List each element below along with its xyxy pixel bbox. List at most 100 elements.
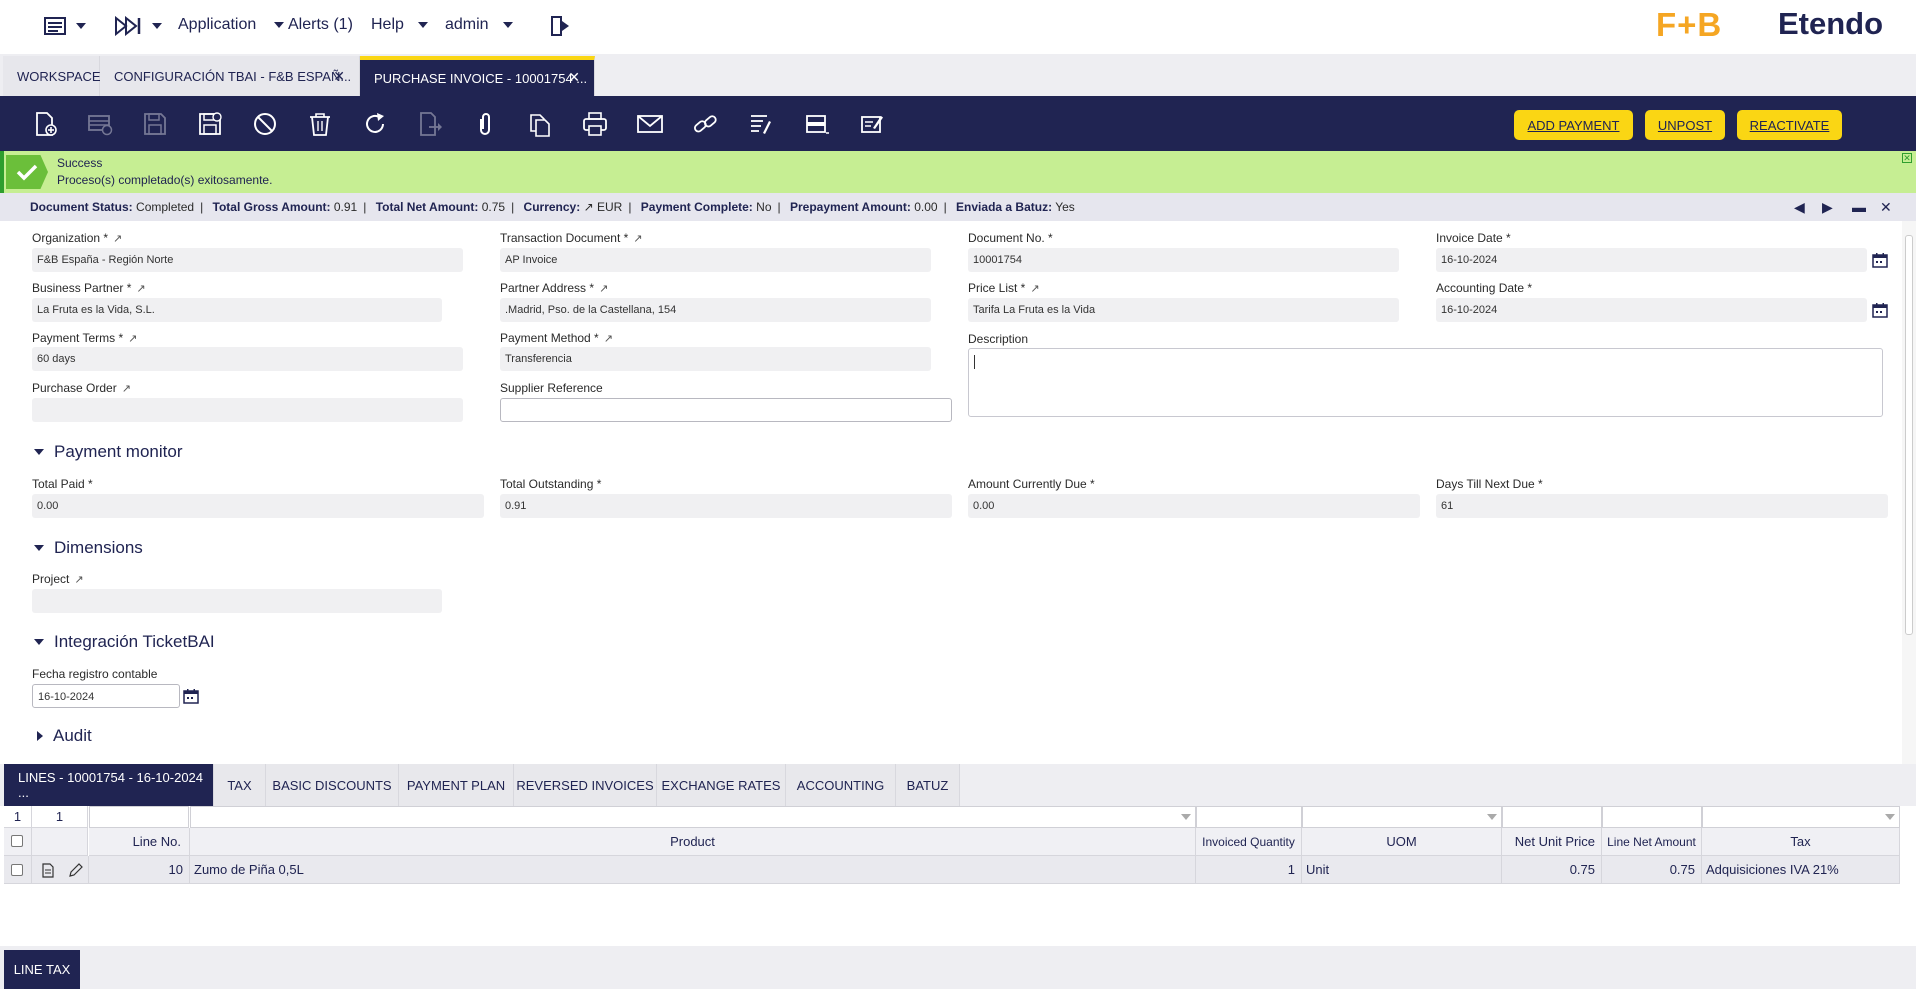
link-icon[interactable]: ↗ <box>136 283 145 295</box>
refresh-button[interactable] <box>361 110 389 138</box>
alerts-link[interactable]: Alerts (1) <box>288 16 353 34</box>
payment-method-field[interactable]: Transferencia <box>500 347 931 371</box>
subtab-payment-plan[interactable]: PAYMENT PLAN <box>399 764 514 806</box>
close-icon[interactable]: ✕ <box>333 68 345 85</box>
form-scrollbar[interactable] <box>1902 221 1916 764</box>
calendar-icon[interactable] <box>1872 302 1888 318</box>
audit-trail-button[interactable] <box>746 110 774 138</box>
subtab-line-tax[interactable]: LINE TAX <box>4 950 80 989</box>
column-header-line-no[interactable]: Line No. <box>89 828 190 856</box>
link-icon[interactable]: ↗ <box>74 574 83 586</box>
invoice-date-field[interactable]: 16-10-2024 <box>1436 248 1867 272</box>
chevron-down-icon[interactable] <box>1487 814 1497 820</box>
calendar-icon[interactable] <box>1872 252 1888 268</box>
reactivate-button[interactable]: REACTIVATE <box>1737 110 1842 140</box>
tab-purchase-invoice[interactable]: PURCHASE INVOICE - 10001754 ... ✕ <box>360 56 595 96</box>
link-icon[interactable]: ↗ <box>604 333 613 345</box>
subtab-reversed-invoices[interactable]: REVERSED INVOICES <box>514 764 657 806</box>
project-field[interactable] <box>32 589 442 613</box>
next-record-icon[interactable]: ▶ <box>1822 199 1833 216</box>
row-checkbox[interactable] <box>11 864 23 876</box>
close-icon[interactable]: ✕ <box>1880 199 1892 216</box>
logout-button[interactable] <box>549 15 571 37</box>
calendar-icon[interactable] <box>183 688 199 704</box>
section-audit[interactable]: Audit <box>34 726 92 746</box>
price-list-field[interactable]: Tarifa La Fruta es la Vida <box>968 298 1399 322</box>
column-header-net-unit-price[interactable]: Net Unit Price <box>1502 828 1602 856</box>
link-icon[interactable]: ↗ <box>599 283 608 295</box>
cancel-button[interactable] <box>251 110 279 138</box>
amount-due-field[interactable]: 0.00 <box>968 494 1420 518</box>
chevron-down-icon[interactable] <box>1885 814 1895 820</box>
line-no-filter[interactable] <box>89 806 189 828</box>
column-header-line-net-amount[interactable]: Line Net Amount <box>1602 828 1702 856</box>
column-header-uom[interactable]: UOM <box>1302 828 1502 856</box>
accounting-date-field[interactable]: 16-10-2024 <box>1436 298 1867 322</box>
new-row-button[interactable] <box>86 110 114 138</box>
attach-button[interactable] <box>471 110 499 138</box>
subtab-tax[interactable]: TAX <box>214 764 266 806</box>
form-view-button[interactable] <box>803 110 831 138</box>
subtab-accounting[interactable]: ACCOUNTING <box>786 764 896 806</box>
organization-field[interactable]: F&B España - Región Norte <box>32 248 463 272</box>
business-partner-field[interactable]: La Fruta es la Vida, S.L. <box>32 298 442 322</box>
section-payment-monitor[interactable]: Payment monitor <box>34 442 183 462</box>
subtab-basic-discounts[interactable]: BASIC DISCOUNTS <box>266 764 399 806</box>
menu-button[interactable] <box>44 16 86 36</box>
link-icon[interactable]: ↗ <box>128 333 137 345</box>
link-icon[interactable]: ↗ <box>122 383 131 395</box>
delete-button[interactable] <box>306 110 334 138</box>
add-payment-button[interactable]: ADD PAYMENT <box>1514 110 1633 140</box>
purchase-order-field[interactable] <box>32 398 463 422</box>
description-textarea[interactable] <box>968 348 1883 417</box>
link-icon[interactable]: ↗ <box>113 233 122 245</box>
scrollbar-thumb[interactable] <box>1905 235 1913 635</box>
quick-launch-button[interactable] <box>114 16 162 36</box>
invoiced-qty-filter[interactable] <box>1196 806 1302 828</box>
help-menu[interactable]: Help <box>371 16 428 34</box>
edit-pencil-icon[interactable] <box>68 863 83 878</box>
clone-button[interactable] <box>526 110 554 138</box>
unpost-button[interactable]: UNPOST <box>1645 110 1725 140</box>
section-dimensions[interactable]: Dimensions <box>34 538 143 558</box>
product-filter[interactable] <box>190 806 1196 828</box>
previous-record-icon[interactable]: ◀ <box>1794 199 1805 216</box>
uom-filter[interactable] <box>1302 806 1502 828</box>
column-header-tax[interactable]: Tax <box>1702 828 1900 856</box>
print-button[interactable] <box>581 110 609 138</box>
column-header-product[interactable]: Product <box>190 828 1196 856</box>
supplier-reference-input[interactable] <box>500 398 952 422</box>
transaction-document-field[interactable]: AP Invoice <box>500 248 931 272</box>
partner-address-field[interactable]: .Madrid, Pso. de la Castellana, 154 <box>500 298 931 322</box>
application-menu[interactable]: Application <box>178 16 285 34</box>
close-icon[interactable]: ✕ <box>1902 153 1912 163</box>
payment-terms-field[interactable]: 60 days <box>32 347 463 371</box>
link-icon[interactable]: ↗ <box>1030 283 1039 295</box>
save-button[interactable] <box>141 110 169 138</box>
notes-button[interactable] <box>858 110 886 138</box>
line-net-amount-filter[interactable] <box>1602 806 1702 828</box>
total-paid-field[interactable]: 0.00 <box>32 494 484 518</box>
select-all-checkbox[interactable] <box>11 835 23 847</box>
subtab-exchange-rates[interactable]: EXCHANGE RATES <box>657 764 786 806</box>
close-icon[interactable]: ✕ <box>568 69 580 86</box>
section-ticketbai[interactable]: Integración TicketBAI <box>34 632 215 652</box>
export-button[interactable] <box>416 110 444 138</box>
fecha-registro-input[interactable]: 16-10-2024 <box>32 684 180 708</box>
subtab-batuz[interactable]: BATUZ <box>896 764 960 806</box>
document-icon[interactable] <box>42 863 54 878</box>
subtab-lines[interactable]: LINES - 10001754 - 16-10-2024 ... <box>4 764 214 806</box>
chevron-down-icon[interactable] <box>1181 814 1191 820</box>
link-icon[interactable]: ↗ <box>584 200 594 214</box>
save-close-button[interactable] <box>196 110 224 138</box>
tax-filter[interactable] <box>1702 806 1900 828</box>
tab-configuracion-tbai[interactable]: CONFIGURACIÓN TBAI - F&B ESPAÑ... ✕ <box>100 56 360 96</box>
days-till-due-field[interactable]: 61 <box>1436 494 1888 518</box>
net-unit-price-filter[interactable] <box>1502 806 1602 828</box>
document-no-field[interactable]: 10001754 <box>968 248 1399 272</box>
email-button[interactable] <box>636 110 664 138</box>
link-icon[interactable]: ↗ <box>633 233 642 245</box>
total-outstanding-field[interactable]: 0.91 <box>500 494 952 518</box>
link-button[interactable] <box>691 110 719 138</box>
user-menu[interactable]: admin <box>445 16 513 34</box>
